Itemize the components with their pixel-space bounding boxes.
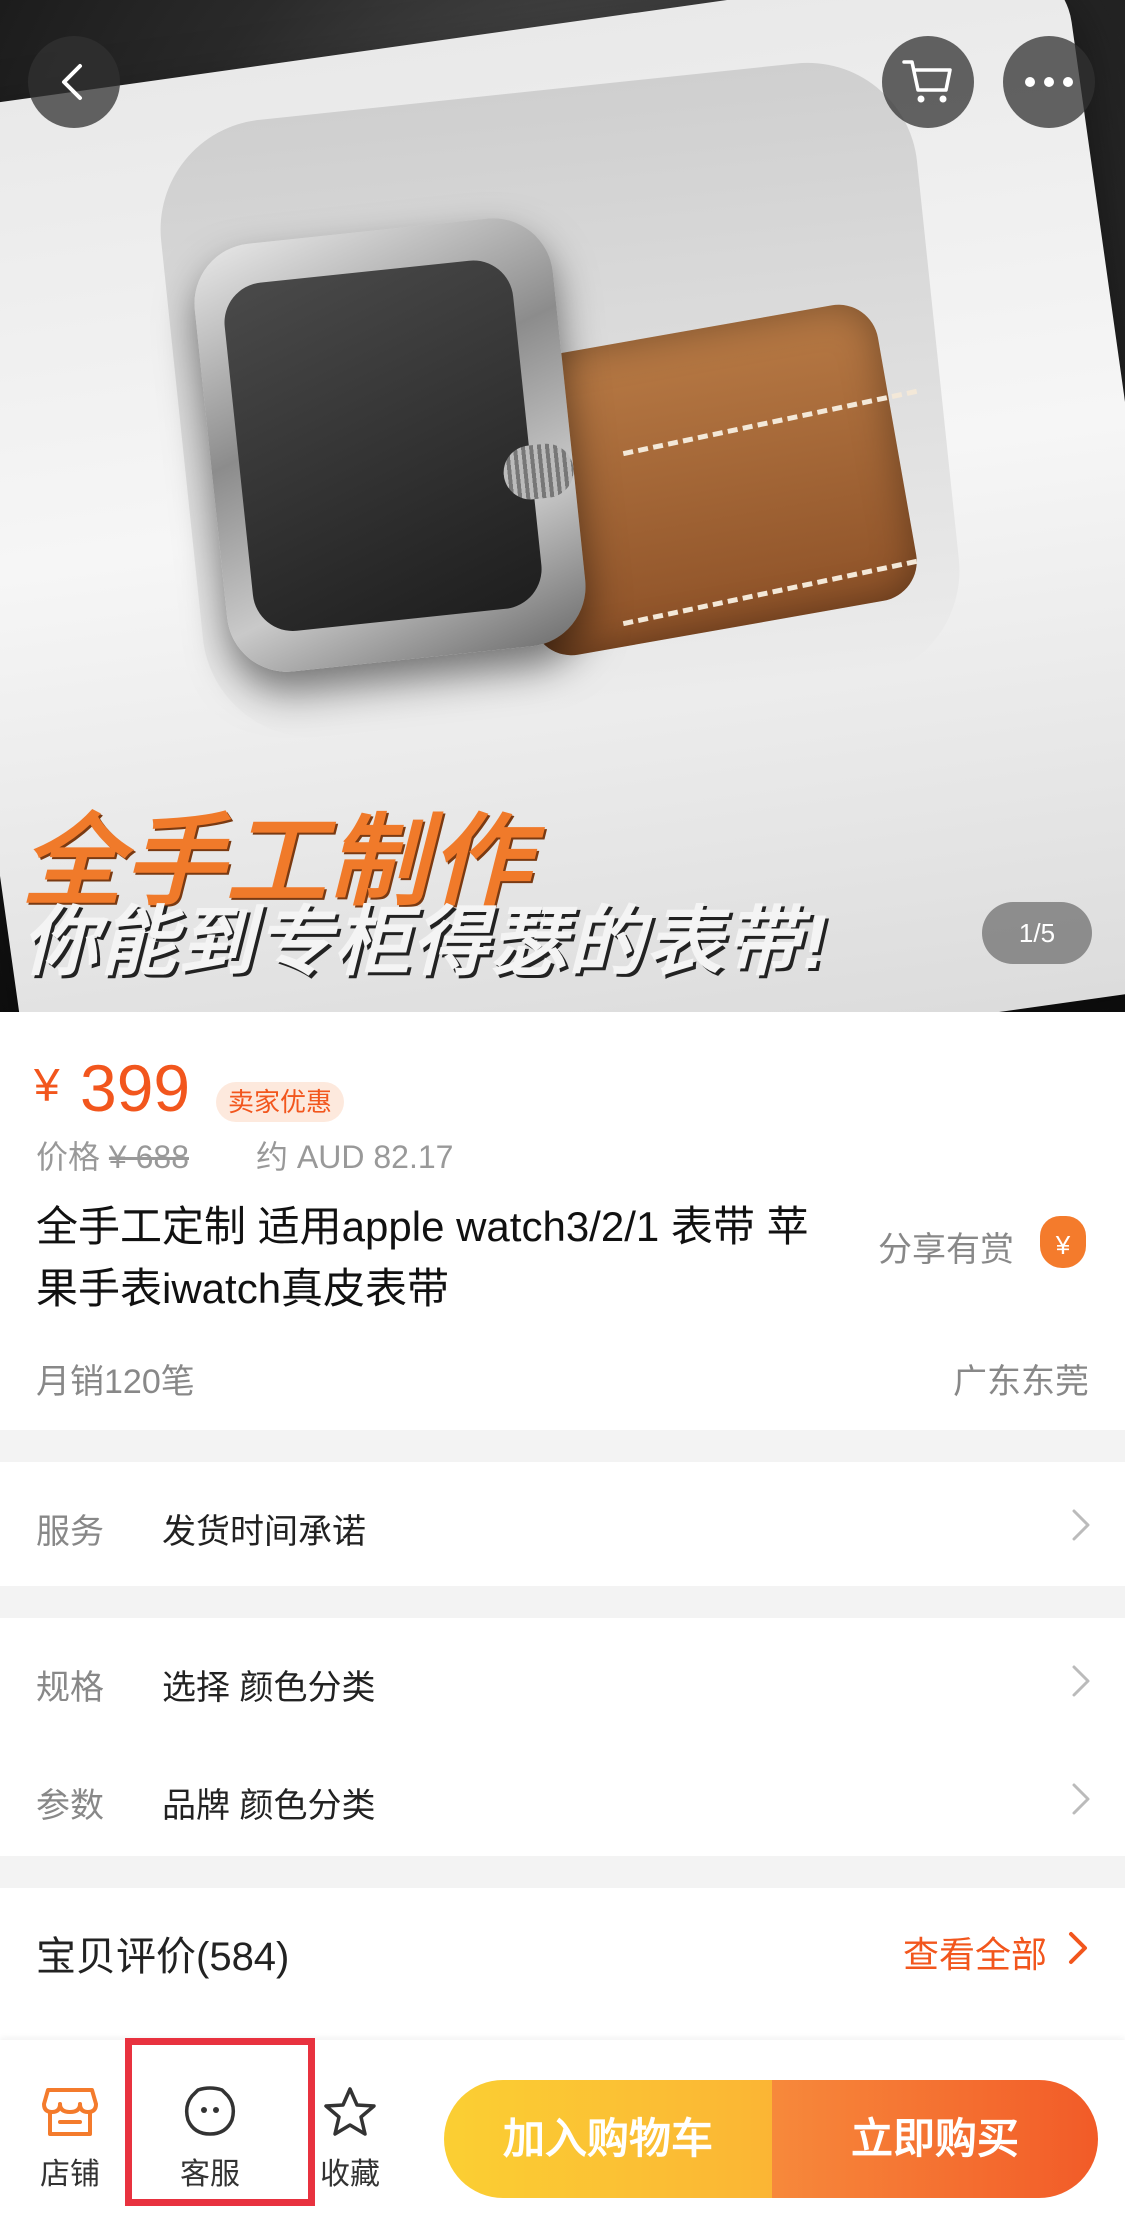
params-label: 参数: [36, 1787, 104, 1825]
highlight-box: [125, 2038, 315, 2206]
original-price-value: ¥ 688: [108, 1139, 189, 1175]
share-reward-link[interactable]: 分享有赏: [878, 1222, 1014, 1271]
more-dots-icon: [1025, 77, 1073, 87]
chevron-right-icon: [1072, 1783, 1090, 1815]
service-label: 服务: [36, 1513, 104, 1551]
cart-button[interactable]: [882, 36, 974, 128]
current-price: 399: [80, 1051, 191, 1125]
converted-price: 约 AUD 82.17: [256, 1139, 454, 1175]
params-value: 品牌 颜色分类: [162, 1787, 376, 1825]
more-button[interactable]: [1003, 36, 1095, 128]
spec-value: 选择 颜色分类: [162, 1669, 376, 1707]
back-button[interactable]: [28, 36, 120, 128]
store-tab-label: 店铺: [40, 2158, 100, 2191]
service-row[interactable]: 服务 发货时间承诺: [0, 1462, 1125, 1586]
chevron-right-icon[interactable]: [1067, 1930, 1089, 1966]
seller-discount-badge: 卖家优惠: [216, 1082, 345, 1122]
chevron-right-icon: [1072, 1509, 1090, 1541]
shopping-cart-icon: [902, 60, 952, 103]
chevron-right-icon: [1072, 1665, 1090, 1697]
see-all-reviews-link[interactable]: 查看全部: [903, 1926, 1047, 1978]
monthly-sales: 月销120笔: [36, 1363, 195, 1401]
ship-from-location: 广东东莞: [953, 1363, 1089, 1401]
favorite-tab[interactable]: 收藏: [300, 2086, 400, 2193]
favorite-tab-label: 收藏: [320, 2158, 380, 2191]
store-tab[interactable]: 店铺: [20, 2086, 120, 2193]
spec-row[interactable]: 规格 选择 颜色分类: [0, 1618, 1125, 1742]
promo-subline: 你能到专柜得瑟的表带!: [22, 900, 830, 985]
back-arrow-icon: [62, 64, 82, 100]
image-counter: 1/5: [982, 902, 1092, 964]
reviews-title: 宝贝评价(584): [36, 1935, 290, 1979]
buy-now-button[interactable]: 立即购买: [772, 2080, 1098, 2198]
spec-label: 规格: [36, 1669, 104, 1707]
star-icon: [324, 2087, 376, 2136]
params-row[interactable]: 参数 品牌 颜色分类: [0, 1736, 1125, 1856]
money-bag-icon[interactable]: ¥: [1040, 1216, 1086, 1268]
product-title: 全手工定制 适用apple watch3/2/1 表带 苹果手表iwatch真皮…: [36, 1203, 809, 1312]
watch-body: [188, 212, 592, 678]
store-icon: [42, 2088, 98, 2136]
original-price-label: 价格: [36, 1139, 101, 1175]
add-to-cart-button[interactable]: 加入购物车: [444, 2080, 772, 2198]
product-image-carousel[interactable]: 全手工制作 你能到专柜得瑟的表带! 1/5: [0, 0, 1125, 1012]
watch-screen: [220, 256, 546, 635]
service-value: 发货时间承诺: [162, 1513, 366, 1551]
currency-symbol: ¥: [34, 1059, 60, 1111]
original-price: 价格 ¥ 688: [36, 1132, 189, 1178]
